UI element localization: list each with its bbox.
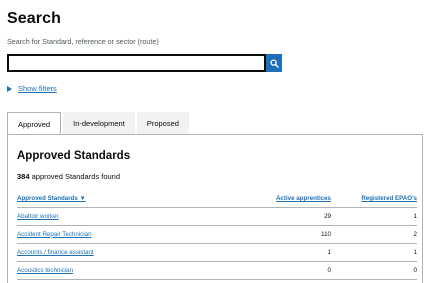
search-row <box>7 54 282 72</box>
table-header-row: Approved Standards ▼ Active apprentices … <box>17 191 417 208</box>
active-apprentices-value: 0 <box>217 261 331 280</box>
sort-registered-epaos[interactable]: Registered EPAO's <box>331 191 417 208</box>
table-row: Accounts / finance assistant 1 1 <box>17 243 417 262</box>
show-filters-toggle[interactable]: Show filters <box>7 84 57 93</box>
table-row: Acoustics technician 0 0 <box>17 261 417 280</box>
show-filters-link[interactable]: Show filters <box>18 84 57 93</box>
sort-approved-standards[interactable]: Approved Standards ▼ <box>17 191 217 208</box>
results-count-suffix: approved Standards found <box>29 172 120 181</box>
sort-active-apprentices[interactable]: Active apprentices <box>217 191 331 208</box>
results-count: 384 approved Standards found <box>17 172 120 181</box>
search-hint: Search for Standard, reference or sector… <box>7 37 159 46</box>
active-apprentices-value: 29 <box>217 207 331 226</box>
registered-epaos-value: 1 <box>331 207 417 226</box>
standard-link[interactable]: Acoustics technician <box>17 261 217 280</box>
tab-in-development[interactable]: In-development <box>63 112 135 134</box>
panel-title: Approved Standards <box>17 150 131 162</box>
search-input[interactable] <box>7 54 266 72</box>
table-row: Accident Repair Technician 110 2 <box>17 225 417 244</box>
standard-link[interactable]: Accident Repair Technician <box>17 225 217 244</box>
registered-epaos-value: 2 <box>331 225 417 244</box>
search-button[interactable] <box>266 54 282 72</box>
results-count-number: 384 <box>17 172 30 181</box>
tab-list: Approved In-development Proposed <box>7 112 191 135</box>
page-title: Search <box>7 10 61 27</box>
table-row: Abattoir worker 29 1 <box>17 207 417 226</box>
triangle-right-icon <box>7 85 12 92</box>
registered-epaos-value: 0 <box>331 261 417 280</box>
active-apprentices-value: 1 <box>217 243 331 262</box>
standard-link[interactable]: Abattoir worker <box>17 207 217 226</box>
registered-epaos-value: 1 <box>331 243 417 262</box>
active-apprentices-value: 110 <box>217 225 331 244</box>
standard-link[interactable]: Accounts / finance assistant <box>17 243 217 262</box>
standards-table: Approved Standards ▼ Active apprentices … <box>17 191 417 280</box>
tab-panel-approved: Approved Standards 384 approved Standard… <box>7 134 423 283</box>
tab-approved[interactable]: Approved <box>7 112 62 135</box>
search-icon <box>269 58 279 68</box>
tab-proposed[interactable]: Proposed <box>136 112 189 134</box>
